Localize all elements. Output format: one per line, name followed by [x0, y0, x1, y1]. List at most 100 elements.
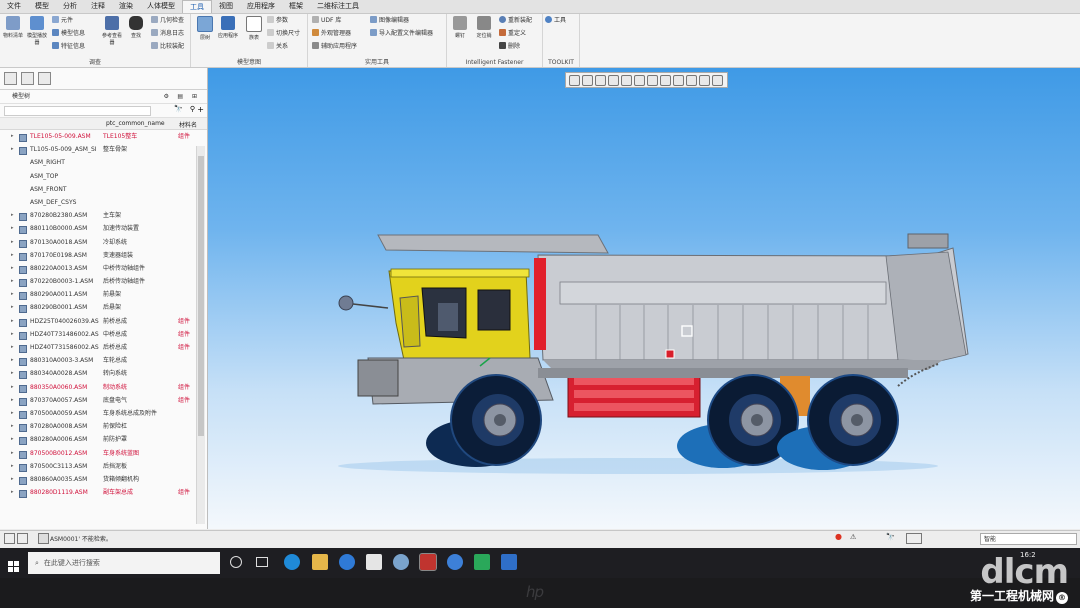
tab-tools[interactable]: 工具 — [182, 0, 212, 13]
family-table-button[interactable]: 族表 — [243, 16, 265, 41]
tree-search-input[interactable] — [4, 106, 151, 116]
tree-row[interactable]: ▸ 870500B0012.ASM 车身系统蓝图 — [0, 447, 207, 460]
reference-viewer-button[interactable]: 参考查看器 — [101, 16, 123, 46]
notepad-icon[interactable] — [366, 554, 382, 570]
folder-browser-tab-icon[interactable] — [21, 72, 34, 85]
tree-row[interactable]: ▸ HDZ25T040026039.AS 前桥总成 组件 — [0, 315, 207, 328]
expand-arrow-icon[interactable]: ▸ — [11, 130, 14, 143]
column-common-name[interactable]: ptc_common_name — [106, 120, 165, 127]
model-info-button[interactable]: 模型信息 — [52, 28, 85, 39]
file-explorer-icon[interactable] — [312, 554, 328, 570]
expand-arrow-icon[interactable]: ▸ — [11, 315, 14, 328]
graphics-viewport[interactable] — [208, 68, 1080, 529]
expand-arrow-icon[interactable]: ▸ — [11, 394, 14, 407]
taskbar-search[interactable]: ⌕ 在此键入进行搜索 — [28, 552, 220, 574]
tree-scrollbar[interactable] — [196, 146, 205, 524]
task-view-icon[interactable] — [256, 557, 268, 567]
expand-arrow-icon[interactable]: ▸ — [11, 262, 14, 275]
expand-arrow-icon[interactable]: ▸ — [11, 460, 14, 473]
udf-library-button[interactable]: UDF 库 — [312, 15, 341, 26]
screw-button[interactable]: 螺钉 — [449, 16, 471, 39]
expand-arrow-icon[interactable]: ▸ — [11, 407, 14, 420]
toolkit-tools-button[interactable]: 工具 — [545, 15, 566, 26]
dowel-pin-button[interactable]: 定位销 — [473, 16, 495, 39]
expand-arrow-icon[interactable]: ▸ — [11, 473, 14, 486]
tree-filter-icon[interactable]: ⊞ — [192, 90, 197, 103]
selection-filter-dropdown[interactable]: 智能 — [980, 533, 1077, 545]
relations-button[interactable]: 关系 — [267, 41, 288, 52]
regen-status-icon[interactable]: ● — [835, 532, 842, 541]
tab-model[interactable]: 模型 — [28, 0, 56, 13]
expand-arrow-icon[interactable]: ▸ — [11, 301, 14, 314]
filter-icon[interactable]: ⚲ — [190, 105, 195, 113]
tree-row[interactable]: ▸ 880290A0011.ASM 前悬架 — [0, 288, 207, 301]
expand-arrow-icon[interactable]: ▸ — [11, 486, 14, 499]
tree-row[interactable]: ASM_TOP — [0, 170, 207, 183]
expand-arrow-icon[interactable]: ▸ — [11, 143, 14, 156]
expand-arrow-icon[interactable]: ▸ — [11, 328, 14, 341]
component-info-button[interactable]: 元件 — [52, 15, 73, 26]
toggle-browser-icon[interactable] — [17, 533, 28, 544]
applications-button[interactable]: 应用程序 — [217, 16, 239, 39]
auxiliary-apps-button[interactable]: 辅助应用程序 — [312, 41, 357, 52]
tree-row[interactable]: ▸ 870280B2380.ASM 主车架 — [0, 209, 207, 222]
bom-button[interactable]: 物料清单 — [2, 16, 24, 39]
tree-row[interactable]: ▸ 870170E0198.ASM 变速器组装 — [0, 249, 207, 262]
windows-start-icon[interactable] — [8, 557, 19, 572]
tree-row[interactable]: ▸ 870500C3113.ASM 后挡泥板 — [0, 460, 207, 473]
expand-arrow-icon[interactable]: ▸ — [11, 249, 14, 262]
expand-arrow-icon[interactable]: ▸ — [11, 275, 14, 288]
find-status-icon[interactable]: 🔭 — [886, 533, 895, 541]
selection-box-icon[interactable] — [906, 533, 922, 544]
tree-row[interactable]: ▸ 880350A0060.ASM 制动系统 组件 — [0, 381, 207, 394]
ie-icon[interactable] — [339, 554, 355, 570]
column-material-name[interactable]: 材料名 — [179, 120, 197, 129]
tree-row[interactable]: ▸ 880860A0035.ASM 货箱倾翻机构 — [0, 473, 207, 486]
expand-arrow-icon[interactable]: ▸ — [11, 354, 14, 367]
find-button[interactable]: 查找 — [125, 16, 147, 39]
tree-row[interactable]: ▸ 870280A0008.ASM 前保险杠 — [0, 420, 207, 433]
model-player-button[interactable]: 模型播放器 — [26, 16, 48, 46]
redefine-button[interactable]: 重定义 — [499, 28, 526, 39]
parameters-button[interactable]: 参数 — [267, 15, 288, 26]
geometry-check-button[interactable]: 几何检查 — [151, 15, 184, 26]
image-editor-button[interactable]: 图像编辑器 — [370, 15, 409, 26]
tree-row[interactable]: ▸ 880220A0013.ASM 中桥传动轴组件 — [0, 262, 207, 275]
tab-view[interactable]: 视图 — [212, 0, 240, 13]
hoist-cylinder[interactable] — [534, 258, 546, 350]
find-icon[interactable]: 🔭 — [174, 105, 183, 113]
app-icon-1[interactable] — [393, 554, 409, 570]
tree-row[interactable]: ▸ 880280A0006.ASM 前防护罩 — [0, 433, 207, 446]
tree-row[interactable]: ▸ TLE105-05-009.ASM TLE105整车 组件 — [0, 130, 207, 143]
truck-3d-model[interactable] — [208, 68, 1080, 529]
tree-row[interactable]: ▸ 880310A0003-3.ASM 车轮总成 — [0, 354, 207, 367]
tree-columns-icon[interactable]: ▤ — [177, 90, 183, 103]
tab-analysis[interactable]: 分析 — [56, 0, 84, 13]
expand-arrow-icon[interactable]: ▸ — [11, 381, 14, 394]
mirror[interactable] — [338, 295, 354, 311]
switch-dimensions-button[interactable]: 切换尺寸 — [267, 28, 300, 39]
tree-row[interactable]: ▸ 870130A0018.ASM 冷却系统 — [0, 236, 207, 249]
compare-assembly-button[interactable]: 比较装配 — [151, 41, 184, 52]
expand-arrow-icon[interactable]: ▸ — [11, 236, 14, 249]
expand-arrow-icon[interactable]: ▸ — [11, 367, 14, 380]
tree-row[interactable]: ▸ 870370A0057.ASM 底盘电气 组件 — [0, 394, 207, 407]
layer-tree-button[interactable]: 层树 — [194, 16, 216, 41]
browser-app-icon[interactable] — [447, 554, 463, 570]
expand-arrow-icon[interactable]: ▸ — [11, 433, 14, 446]
expand-arrow-icon[interactable]: ▸ — [11, 222, 14, 235]
expand-arrow-icon[interactable]: ▸ — [11, 209, 14, 222]
reassemble-button[interactable]: 重新装配 — [499, 15, 532, 26]
cortana-icon[interactable] — [230, 556, 242, 568]
toggle-navigator-icon[interactable] — [4, 533, 15, 544]
tree-row[interactable]: ASM_DEF_CSYS — [0, 196, 207, 209]
tree-row[interactable]: ▸ 880280D1119.ASM 副车架总成 组件 — [0, 486, 207, 499]
expand-arrow-icon[interactable]: ▸ — [11, 341, 14, 354]
appearance-manager-button[interactable]: 外观管理器 — [312, 28, 351, 39]
tab-applications[interactable]: 应用程序 — [240, 0, 282, 13]
tab-2d-annotation[interactable]: 二维标注工具 — [310, 0, 366, 13]
front-bumper[interactable] — [357, 359, 399, 397]
model-tree-tab-icon[interactable] — [4, 72, 17, 85]
tree-row[interactable]: ▸ 880110B0000.ASM 加速传动装置 — [0, 222, 207, 235]
tree-row[interactable]: ▸ 880290B0001.ASM 后悬架 — [0, 301, 207, 314]
